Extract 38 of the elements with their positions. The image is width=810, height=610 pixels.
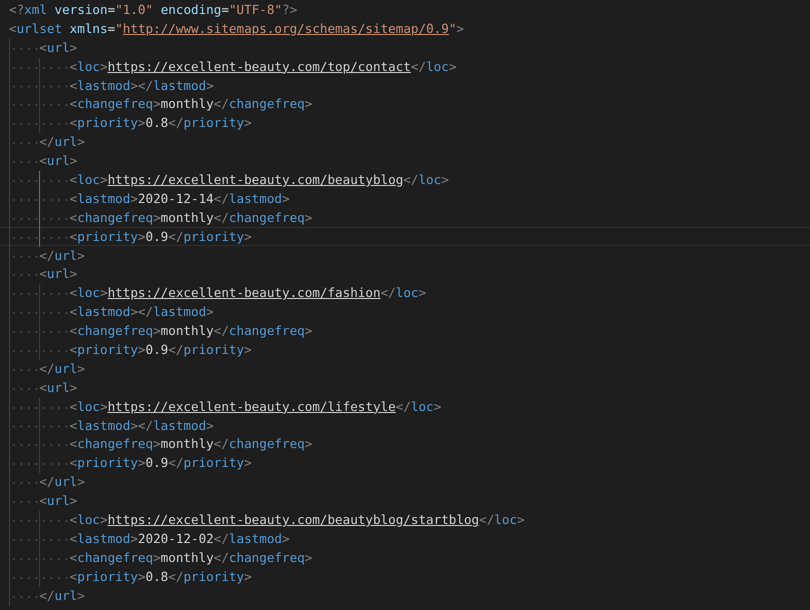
code-line: <lastmod></lastmod>	[0, 76, 810, 94]
code-line: <url>	[0, 491, 810, 510]
code-line: <loc>https://excellent-beauty.com/beautyblog/startblog</loc>	[0, 510, 810, 529]
code-line: <changefreq>monthly</changefreq>	[0, 548, 810, 567]
url-link[interactable]: https://excellent-beauty.com/beautyblog	[108, 172, 404, 188]
code-line: </url>	[0, 472, 810, 492]
code-line: <url>	[0, 264, 810, 284]
code-line: <loc>https://excellent-beauty.com/lifestyle</loc>	[0, 396, 810, 416]
code-line: <lastmod>2020-12-02</lastmod>	[0, 528, 810, 548]
code-line: <lastmod></lastmod>	[0, 416, 810, 434]
url-link[interactable]: https://excellent-beauty.com/beautyblog/startblog	[108, 512, 480, 528]
code-line: </url>	[0, 132, 810, 152]
url-link[interactable]: https://excellent-beauty.com/lifestyle	[108, 398, 396, 414]
code-line: <loc>https://excellent-beauty.com/top/contact</loc>	[0, 56, 810, 76]
code-line: <?xml version="1.0" encoding="UTF-8"?>	[8, 1, 298, 19]
code-line: <priority>0.8</priority>	[0, 113, 810, 132]
code-line: </url>	[0, 246, 810, 264]
code-line: <changefreq>monthly</changefreq>	[0, 208, 810, 227]
code-line: <changefreq>monthly</changefreq>	[0, 321, 810, 340]
url-link[interactable]: https://excellent-beauty.com/top/contact	[108, 58, 411, 74]
code-line: <changefreq>monthly</changefreq>	[0, 434, 810, 454]
code-line: <priority>0.8</priority>	[0, 566, 810, 586]
code-line: <lastmod></lastmod>	[0, 302, 810, 322]
code-line: <loc>https://excellent-beauty.com/beautyblog</loc>	[0, 170, 810, 189]
code-line: <changefreq>monthly</changefreq>	[0, 94, 810, 114]
code-line: <priority>0.9</priority>	[0, 226, 810, 246]
code-line: <priority>0.9</priority>	[0, 453, 810, 472]
code-line: <url>	[0, 38, 810, 57]
code-line: </url>	[0, 358, 810, 378]
url-link[interactable]: http://www.sitemaps.org/schemas/sitemap/0.9	[122, 20, 449, 36]
code-line: <lastmod>2020-12-14</lastmod>	[0, 188, 810, 208]
code-line: <priority>0.9</priority>	[0, 340, 810, 359]
code-line: <loc>https://excellent-beauty.com/fashion</loc>	[0, 283, 810, 302]
code-line: <url>	[0, 151, 810, 170]
code-line: </url>	[0, 586, 810, 604]
url-link[interactable]: https://excellent-beauty.com/fashion	[108, 285, 381, 300]
code-line: <urlset xmlns="http://www.sitemaps.org/schemas/sitemap/0.9">	[8, 20, 465, 38]
code-line: <url>	[0, 378, 810, 397]
